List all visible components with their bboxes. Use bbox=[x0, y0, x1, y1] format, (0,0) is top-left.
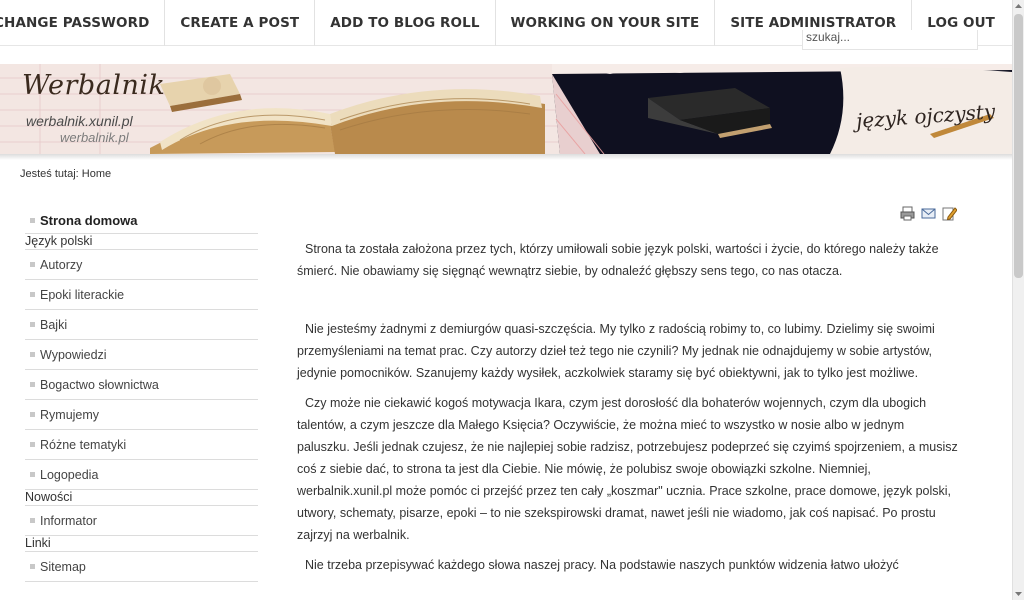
bullet-icon bbox=[30, 518, 35, 523]
menu-item-rymujemy[interactable]: Rymujemy bbox=[25, 400, 258, 430]
bullet-icon bbox=[30, 322, 35, 327]
banner-divider bbox=[0, 154, 1012, 160]
menu-item-label: Różne tematyki bbox=[40, 437, 127, 452]
menu-item-label: Epoki literackie bbox=[40, 287, 125, 302]
menu-heading-polish: Język polski bbox=[25, 234, 258, 250]
breadcrumb: Jesteś tutaj: Home bbox=[20, 168, 112, 180]
bullet-icon bbox=[30, 564, 35, 569]
menu-item-informator[interactable]: Informator bbox=[25, 506, 258, 536]
menu-item-label: Logopedia bbox=[40, 467, 99, 482]
bullet-icon bbox=[30, 442, 35, 447]
scroll-down-icon[interactable] bbox=[1013, 588, 1024, 600]
print-icon[interactable] bbox=[900, 206, 915, 221]
menu-item-sitemap[interactable]: Sitemap bbox=[25, 552, 258, 582]
bullet-icon bbox=[30, 292, 35, 297]
working-on-your-site-link[interactable]: WORKING ON YOUR SITE bbox=[494, 0, 715, 46]
bullet-icon bbox=[30, 412, 35, 417]
menu-item-bajki[interactable]: Bajki bbox=[25, 310, 258, 340]
email-icon[interactable] bbox=[921, 206, 936, 221]
menu-heading-news: Nowości bbox=[25, 490, 258, 506]
main-menu: Strona domowa Język polski Autorzy Epoki… bbox=[25, 208, 258, 582]
menu-item-logopedia[interactable]: Logopedia bbox=[25, 460, 258, 490]
article-paragraph: Nie trzeba przepisywać każdego słowa nas… bbox=[305, 558, 899, 572]
menu-item-home[interactable]: Strona domowa bbox=[25, 208, 258, 234]
menu-item-label: Informator bbox=[40, 513, 97, 528]
article-paragraph: Nie jesteśmy żadnymi z demiurgów quasi-s… bbox=[297, 322, 935, 380]
bullet-icon bbox=[30, 382, 35, 387]
article-paragraph: Czy może nie ciekawić kogoś motywacja Ik… bbox=[297, 396, 958, 542]
scroll-up-icon[interactable] bbox=[1013, 0, 1024, 12]
menu-item-wypowiedzi[interactable]: Wypowiedzi bbox=[25, 340, 258, 370]
menu-item-autorzy[interactable]: Autorzy bbox=[25, 250, 258, 280]
add-to-blog-roll-link[interactable]: ADD TO BLOG ROLL bbox=[314, 0, 494, 46]
menu-item-slownictwo[interactable]: Bogactwo słownictwa bbox=[25, 370, 258, 400]
menu-item-label: Strona domowa bbox=[40, 213, 138, 228]
search-input[interactable]: szukaj... bbox=[802, 30, 978, 50]
bullet-icon bbox=[30, 472, 35, 477]
bullet-icon bbox=[30, 352, 35, 357]
article-paragraph: Strona ta została założona przez tych, k… bbox=[297, 242, 939, 278]
site-url: werbalnik.xunil.pl bbox=[26, 113, 133, 129]
create-post-link[interactable]: CREATE A POST bbox=[164, 0, 314, 46]
menu-item-label: Bajki bbox=[40, 317, 68, 332]
article-body: Strona ta została założona przez tych, k… bbox=[297, 238, 959, 584]
site-url-secondary: werbalnik.pl bbox=[60, 130, 129, 145]
site-banner: Werbalnik werbalnik.xunil.pl werbalnik.p… bbox=[0, 64, 1012, 154]
scrollbar-thumb[interactable] bbox=[1014, 14, 1023, 278]
menu-item-label: Rymujemy bbox=[40, 407, 100, 422]
edit-icon[interactable] bbox=[942, 206, 957, 221]
change-password-link[interactable]: CHANGE PASSWORD bbox=[0, 0, 164, 46]
menu-item-label: Sitemap bbox=[40, 559, 86, 574]
menu-item-label: Bogactwo słownictwa bbox=[40, 377, 159, 392]
menu-heading-links: Linki bbox=[25, 536, 258, 552]
bullet-icon bbox=[30, 262, 35, 267]
article-tools bbox=[900, 206, 957, 221]
menu-item-label: Wypowiedzi bbox=[40, 347, 107, 362]
menu-item-label: Autorzy bbox=[40, 257, 83, 272]
vertical-scrollbar[interactable] bbox=[1012, 0, 1024, 600]
menu-item-tematyki[interactable]: Różne tematyki bbox=[25, 430, 258, 460]
menu-item-epoki[interactable]: Epoki literackie bbox=[25, 280, 258, 310]
site-title: Werbalnik bbox=[22, 70, 166, 101]
bullet-icon bbox=[30, 218, 35, 223]
